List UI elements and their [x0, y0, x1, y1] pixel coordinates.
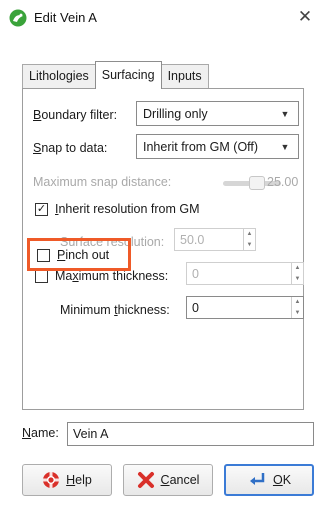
surface-resolution-value: 50.0 [180, 232, 205, 247]
help-label: Help [66, 473, 92, 487]
tab-surfacing[interactable]: Surfacing [94, 61, 162, 89]
name-label: Name: [22, 426, 59, 440]
minimum-thickness-value: 0 [192, 300, 199, 315]
spinner-arrows-icon[interactable]: ▲ ▼ [291, 297, 303, 318]
chevron-down-icon: ▼ [280, 108, 290, 119]
slider-thumb [249, 176, 265, 190]
window-title: Edit Vein A [34, 10, 97, 25]
title-bar: Edit Vein A ✕ [0, 0, 324, 36]
ok-label: OK [272, 473, 292, 487]
max-snap-distance-value: 25.00 [267, 175, 299, 189]
tab-lithologies[interactable]: Lithologies [22, 64, 96, 88]
close-icon[interactable]: ✕ [294, 6, 316, 28]
name-input[interactable]: Vein A [67, 422, 314, 446]
boundary-filter-select[interactable]: Drilling only ▼ [136, 101, 299, 126]
pinch-out-highlight [27, 238, 131, 271]
maximum-thickness-input: 0 ▲ ▼ [186, 262, 304, 285]
minimum-thickness-label: Minimum thickness: [60, 303, 170, 317]
name-value: Vein A [73, 427, 109, 441]
max-snap-distance-label: Maximum snap distance: [33, 175, 172, 189]
cancel-button[interactable]: Cancel [123, 464, 213, 496]
boundary-filter-value: Drilling only [143, 106, 208, 121]
lifebuoy-icon [43, 472, 60, 488]
help-button[interactable]: Help [22, 464, 112, 496]
minimum-thickness-input[interactable]: 0 ▲ ▼ [186, 296, 304, 319]
spinner-arrows-icon: ▲ ▼ [243, 229, 255, 250]
cancel-x-icon [137, 472, 154, 488]
ok-button[interactable]: OK [224, 464, 314, 496]
tab-bar: Lithologies Surfacing Inputs [22, 61, 209, 89]
cancel-label: Cancel [160, 473, 200, 487]
snap-to-data-label: Snap to data: [33, 141, 108, 155]
snap-to-data-select[interactable]: Inherit from GM (Off) ▼ [136, 134, 299, 159]
inherit-resolution-checkbox[interactable]: ✓ Inherit resolution from GM [35, 202, 200, 216]
maximum-thickness-checkbox[interactable]: Maximum thickness: [35, 269, 168, 283]
spinner-arrows-icon: ▲ ▼ [291, 263, 303, 284]
inherit-resolution-label: Inherit resolution from GM [55, 202, 200, 216]
surface-resolution-input: 50.0 ▲ ▼ [174, 228, 256, 251]
tab-inputs[interactable]: Inputs [160, 64, 209, 88]
maximum-thickness-label: Maximum thickness: [55, 269, 169, 283]
leapfrog-icon [9, 9, 27, 27]
maximum-thickness-value: 0 [192, 266, 199, 281]
checkbox-checked-icon: ✓ [35, 202, 48, 216]
chevron-down-icon: ▼ [280, 141, 290, 152]
checkbox-unchecked-icon [35, 269, 48, 283]
enter-arrow-icon [249, 473, 265, 485]
boundary-filter-label: Boundary filter: [33, 108, 118, 122]
snap-to-data-value: Inherit from GM (Off) [143, 139, 259, 154]
